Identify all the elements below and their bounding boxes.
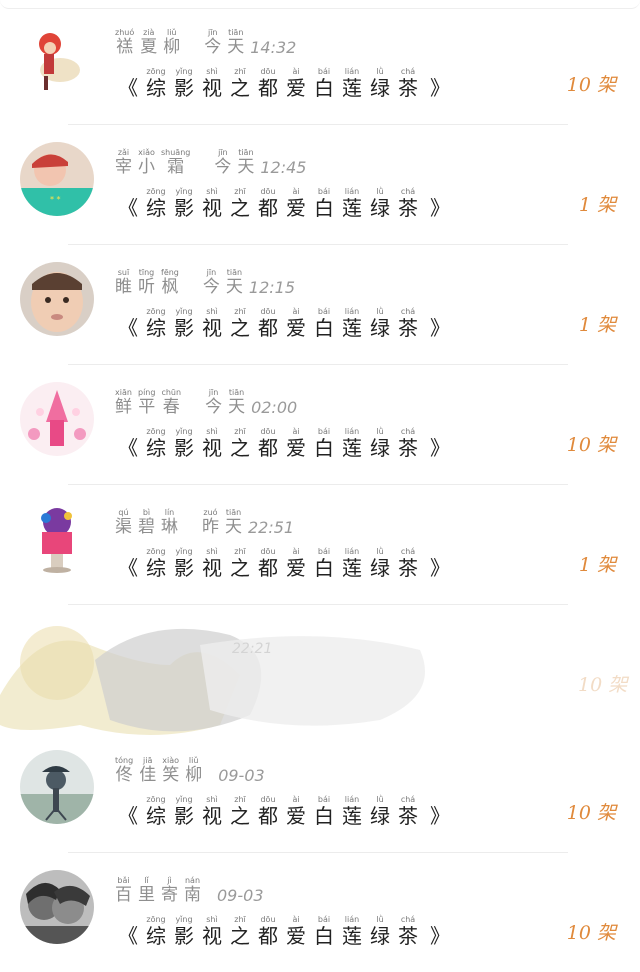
- avatar[interactable]: * *: [20, 142, 94, 216]
- timestamp: 14:32: [250, 38, 297, 57]
- username-char: nán 南: [184, 876, 201, 905]
- gift-row[interactable]: bǎi 百 lǐ 里 jì 寄 nán 南 09-03 《 zōng 综 yǐng 影 sh…: [0, 848, 640, 968]
- day-char: jīn 今: [204, 28, 222, 57]
- gift-title: 《 zōng 综 yǐng 影 shì 视 zhī 之 dōu 都 ài 爱 bái 白 li…: [118, 67, 450, 100]
- day-char: jīn 今: [214, 148, 232, 177]
- username-char: xiǎo 小: [138, 148, 155, 177]
- username-char: bì 碧: [138, 508, 155, 537]
- day-char: tiān 天: [225, 508, 242, 537]
- username-char: liǔ 柳: [185, 756, 203, 785]
- username-char: zhuó 禚: [115, 28, 135, 57]
- gift-title: 《 zōng 综 yǐng 影 shì 视 zhī 之 dōu 都 ài 爱 bái 白 li…: [118, 427, 450, 460]
- day-char: zuó 昨: [202, 508, 219, 537]
- username-char: lín 琳: [161, 508, 178, 537]
- username-char: shuāng 霜: [161, 148, 191, 177]
- username-char: jiā 佳: [139, 756, 157, 785]
- avatar[interactable]: [20, 262, 94, 336]
- gift-count: 10 架: [566, 74, 616, 96]
- faded-timestamp: 22:21: [232, 641, 272, 657]
- username-char: bǎi 百: [115, 876, 132, 905]
- gift-count: 10 架: [566, 802, 616, 824]
- gift-count: 1 架: [578, 554, 616, 576]
- username-char: qú 渠: [115, 508, 132, 537]
- gift-row[interactable]: suī 睢 tīng 听 fēng 枫 jīn 今 tiān 天 12:15 《 zōng…: [0, 240, 640, 365]
- timestamp: 02:00: [251, 398, 298, 417]
- username-char: xiào 笑: [162, 756, 180, 785]
- avatar[interactable]: [20, 870, 94, 944]
- faded-count: 10 架: [578, 674, 629, 696]
- day-char: tiān 天: [228, 388, 246, 417]
- username-char: jì 寄: [161, 876, 178, 905]
- day-char: tiān 天: [227, 28, 245, 57]
- gift-count: 10 架: [566, 434, 616, 456]
- day-char: jīn 今: [205, 388, 223, 417]
- timestamp: 09-03: [217, 886, 264, 905]
- username-char: zià 夏: [140, 28, 158, 57]
- username-char: fēng 枫: [161, 268, 179, 297]
- gift-title: 《 zōng 综 yǐng 影 shì 视 zhī 之 dōu 都 ài 爱 bái 白 li…: [118, 915, 450, 948]
- avatar[interactable]: [20, 502, 94, 576]
- gift-title: 《 zōng 综 yǐng 影 shì 视 zhī 之 dōu 都 ài 爱 bái 白 li…: [118, 307, 450, 340]
- gift-count: 10 架: [566, 922, 616, 944]
- username-char: lǐ 里: [138, 876, 155, 905]
- timestamp: 12:15: [248, 278, 295, 297]
- gift-count: 1 架: [578, 194, 616, 216]
- timestamp: 22:51: [248, 518, 295, 537]
- username-char: tóng 佟: [115, 756, 134, 785]
- avatar[interactable]: [20, 382, 94, 456]
- gift-row[interactable]: tóng 佟 jiā 佳 xiào 笑 liǔ 柳 09-03 《 zōng 综 yǐng…: [0, 728, 640, 853]
- svg-text:* *: * *: [50, 195, 61, 204]
- gift-row[interactable]: zhuó 禚 zià 夏 liǔ 柳 jīn 今 tiān 天 14:32 《 zōng 综…: [0, 0, 640, 125]
- username-char: suī 睢: [115, 268, 132, 297]
- timestamp: 12:45: [260, 158, 307, 177]
- gift-title: 《 zōng 综 yǐng 影 shì 视 zhī 之 dōu 都 ài 爱 bái 白 li…: [118, 795, 450, 828]
- gift-row[interactable]: * * zǎi 宰 xiǎo 小 shuāng 霜 jīn 今 tiān 天 12:45 …: [0, 120, 640, 245]
- username-char: tīng 听: [138, 268, 155, 297]
- avatar[interactable]: [20, 22, 94, 96]
- day-char: tiān 天: [237, 148, 255, 177]
- username-char: zǎi 宰: [115, 148, 132, 177]
- username-char: chūn 春: [161, 388, 182, 417]
- gift-count: 1 架: [578, 314, 616, 336]
- username-char: liǔ 柳: [163, 28, 181, 57]
- username-char: píng 平: [138, 388, 156, 417]
- gift-row[interactable]: xiān 鲜 píng 平 chūn 春 jīn 今 tiān 天 02:00 《 zōn…: [0, 360, 640, 485]
- day-char: jīn 今: [202, 268, 220, 297]
- gift-title: 《 zōng 综 yǐng 影 shì 视 zhī 之 dōu 都 ài 爱 bái 白 li…: [118, 547, 450, 580]
- gift-title: 《 zōng 综 yǐng 影 shì 视 zhī 之 dōu 都 ài 爱 bái 白 li…: [118, 187, 450, 220]
- username-char: xiān 鲜: [115, 388, 132, 417]
- day-char: tiān 天: [225, 268, 243, 297]
- redacted-row: 22:21 10 架: [0, 605, 640, 745]
- gift-row[interactable]: qú 渠 bì 碧 lín 琳 zuó 昨 tiān 天 22:51 《 zōng 综 yǐ…: [0, 480, 640, 605]
- timestamp: 09-03: [218, 766, 265, 785]
- avatar[interactable]: [20, 750, 94, 824]
